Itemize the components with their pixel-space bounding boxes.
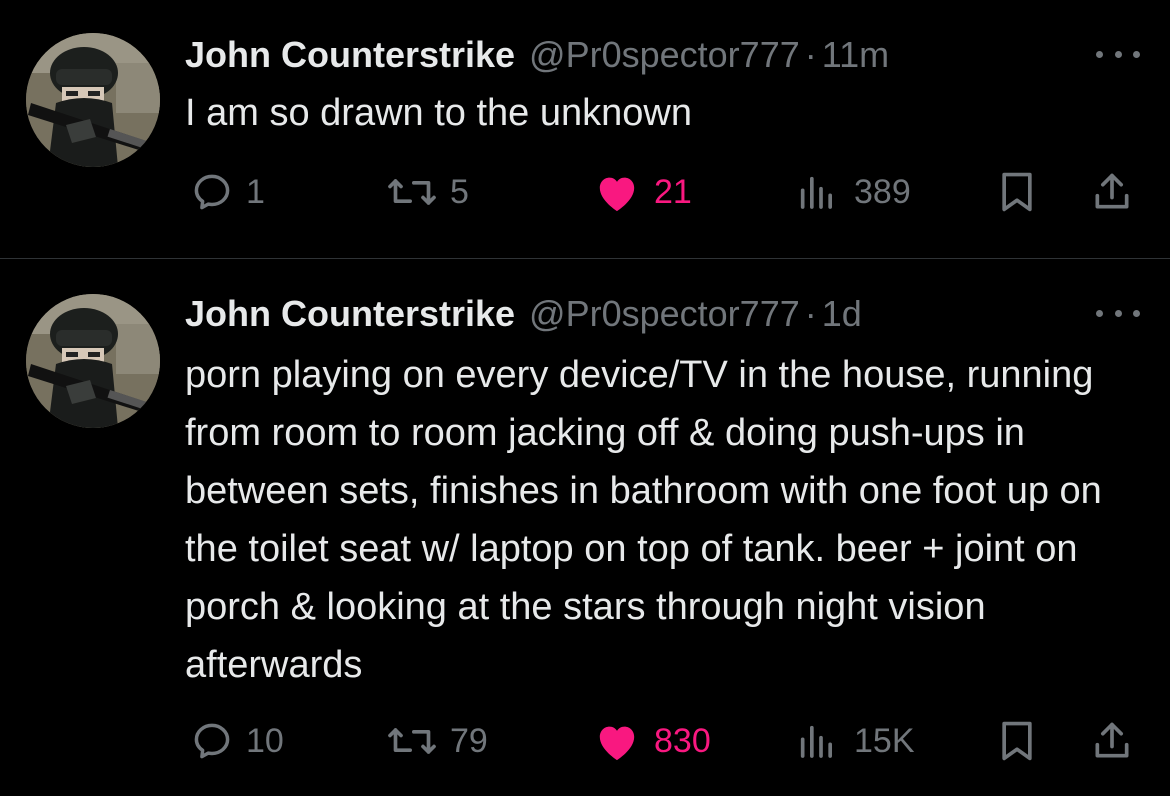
tweet-header: John Counterstrike @Pr0spector777 · 11m [185, 30, 889, 80]
repost-button[interactable]: 79 [384, 711, 488, 771]
heart-icon [599, 177, 635, 212]
user-handle[interactable]: @Pr0spector777 [529, 289, 800, 339]
share-icon [1095, 173, 1129, 209]
heart-icon [599, 726, 635, 761]
action-bar: 10 79 830 15K [0, 711, 1170, 771]
views-button[interactable]: 15K [796, 711, 915, 771]
more-icon[interactable] [1096, 301, 1140, 325]
bookmark-icon [1002, 172, 1032, 212]
repost-count: 79 [450, 721, 488, 760]
bookmark-button[interactable] [998, 711, 1036, 771]
share-button[interactable] [1090, 162, 1134, 222]
like-count: 830 [654, 721, 711, 760]
timestamp[interactable]: 11m [822, 30, 889, 80]
separator: · [804, 293, 817, 334]
avatar[interactable] [26, 33, 160, 167]
share-icon [1095, 722, 1129, 758]
tweet[interactable]: John Counterstrike @Pr0spector777 · 11m … [0, 0, 1170, 258]
avatar[interactable] [26, 294, 160, 428]
avatar-image [26, 294, 160, 428]
action-bar: 1 5 21 389 [0, 162, 1170, 222]
like-button[interactable]: 830 [594, 711, 711, 771]
share-button[interactable] [1090, 711, 1134, 771]
repost-icon [388, 179, 436, 205]
bookmark-icon [1002, 721, 1032, 761]
timestamp[interactable]: 1d [822, 289, 862, 339]
like-count: 21 [654, 172, 692, 211]
tweet-text: I am so drawn to the unknown [185, 92, 692, 134]
reply-icon [194, 174, 230, 210]
like-button[interactable]: 21 [594, 162, 692, 222]
view-count: 15K [854, 721, 915, 760]
reply-button[interactable]: 10 [190, 711, 284, 771]
reply-button[interactable]: 1 [190, 162, 265, 222]
repost-count: 5 [450, 172, 469, 211]
views-button[interactable]: 389 [796, 162, 911, 222]
avatar-image [26, 33, 160, 167]
reply-count: 10 [246, 721, 284, 760]
reply-icon [194, 723, 230, 759]
bookmark-button[interactable] [998, 162, 1036, 222]
tweet-text: porn playing on every device/TV in the h… [185, 354, 1102, 686]
display-name[interactable]: John Counterstrike [185, 30, 515, 80]
repost-icon [388, 728, 436, 754]
display-name[interactable]: John Counterstrike [185, 289, 515, 339]
more-icon[interactable] [1096, 42, 1140, 66]
view-count: 389 [854, 172, 911, 211]
views-icon [800, 176, 832, 209]
repost-button[interactable]: 5 [384, 162, 469, 222]
tweet[interactable]: John Counterstrike @Pr0spector777 · 1d p… [0, 259, 1170, 796]
user-handle[interactable]: @Pr0spector777 [529, 30, 800, 80]
tweet-header: John Counterstrike @Pr0spector777 · 1d [185, 289, 862, 339]
separator: · [804, 34, 817, 75]
views-icon [800, 725, 832, 758]
reply-count: 1 [246, 172, 265, 211]
